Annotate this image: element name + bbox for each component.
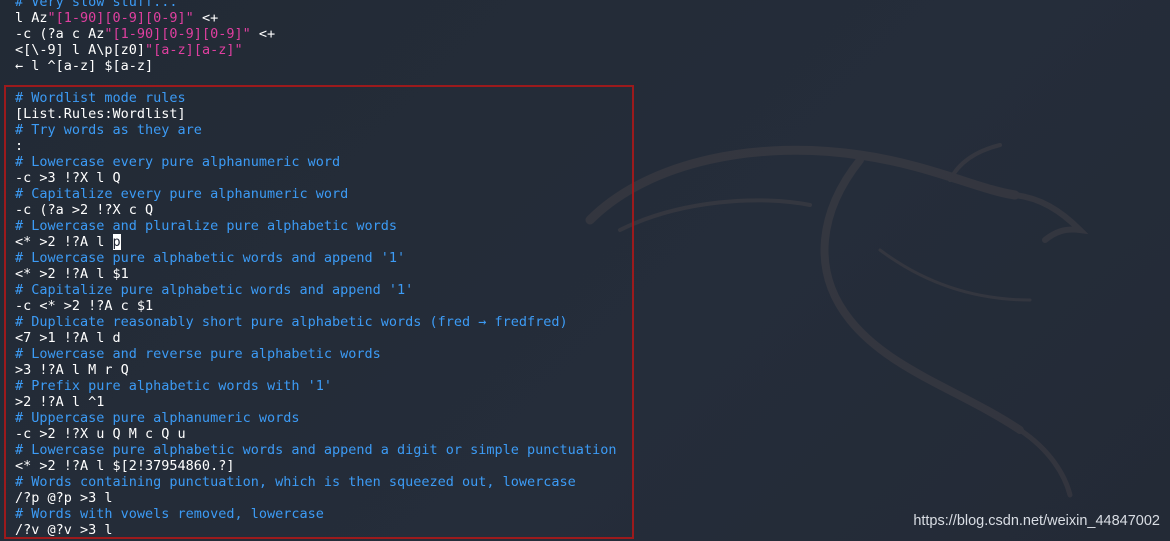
rule-text: <* >2 !?A l $1 [15, 266, 129, 282]
terminal-line: # Words with vowels removed, lowercase [15, 506, 616, 522]
comment-text: # Capitalize every pure alphanumeric wor… [15, 186, 349, 202]
string-text: "[a-z][a-z]" [145, 42, 243, 58]
rule-text: <+ [193, 10, 219, 26]
terminal-line: # Words containing punctuation, which is… [15, 474, 616, 490]
comment-text: # Lowercase every pure alphanumeric word [15, 154, 341, 170]
terminal-line: <* >2 !?A l $[2!37954860.?] [15, 458, 616, 474]
terminal-line: # Duplicate reasonably short pure alphab… [15, 314, 616, 330]
rule-text: <* >2 !?A l $[2!37954860.?] [15, 458, 235, 474]
terminal-line: # Lowercase pure alphabetic words and ap… [15, 442, 616, 458]
terminal-line: # Capitalize pure alphabetic words and a… [15, 282, 616, 298]
rule-text: -c >2 !?X u Q M c Q u [15, 426, 186, 442]
terminal-line: # Lowercase pure alphabetic words and ap… [15, 250, 616, 266]
comment-text: # Lowercase and reverse pure alphabetic … [15, 346, 381, 362]
terminal-line: -c (?a c Az"[1-90][0-9][0-9]" <+ [15, 26, 616, 42]
rule-text: : [15, 138, 24, 154]
terminal-window[interactable]: # Very slow stuff... l Az"[1-90][0-9][0-9… [0, 0, 1170, 541]
terminal-line: l Az"[1-90][0-9][0-9]" <+ [15, 10, 616, 26]
comment-text: # Capitalize pure alphabetic words and a… [15, 282, 414, 298]
terminal-line: # Lowercase and reverse pure alphabetic … [15, 346, 616, 362]
terminal-line: # Lowercase every pure alphanumeric word [15, 154, 616, 170]
terminal-line: # Capitalize every pure alphanumeric wor… [15, 186, 616, 202]
rule-text: <+ [250, 26, 276, 42]
rule-text: l Az [15, 10, 48, 26]
rule-text: -c >3 !?X l Q [15, 170, 121, 186]
terminal-line: /?v @?v >3 l [15, 522, 616, 538]
comment-text: # Lowercase pure alphabetic words and ap… [15, 442, 617, 458]
comment-text: # Try words as they are [15, 122, 202, 138]
terminal-line: ← l ^[a-z] $[a-z] [15, 58, 616, 74]
rule-text: -c <* >2 !?A c $1 [15, 298, 154, 314]
terminal-line: -c (?a >2 !?X c Q [15, 202, 616, 218]
text-cursor: p [112, 234, 121, 250]
terminal-line: <* >2 !?A l $1 [15, 266, 616, 282]
rule-text: <* >2 !?A l [15, 234, 113, 250]
comment-text: # Words with vowels removed, lowercase [15, 506, 324, 522]
rule-text: [List.Rules:Wordlist] [15, 106, 186, 122]
terminal-line: # Wordlist mode rules [15, 90, 616, 106]
comment-text: # Words containing punctuation, which is… [15, 474, 576, 490]
string-text: "[1-90][0-9][0-9]" [104, 26, 251, 42]
string-text: "[1-90][0-9][0-9]" [47, 10, 194, 26]
rule-text: >2 !?A l ^1 [15, 394, 105, 410]
terminal-line: /?p @?p >3 l [15, 490, 616, 506]
comment-text: # Prefix pure alphabetic words with '1' [15, 378, 332, 394]
comment-text: # Duplicate reasonably short pure alphab… [15, 314, 568, 330]
comment-text: # Wordlist mode rules [15, 90, 186, 106]
terminal-line: # Uppercase pure alphanumeric words [15, 410, 616, 426]
rule-text: -c (?a c Az [15, 26, 105, 42]
terminal-line: # Prefix pure alphabetic words with '1' [15, 378, 616, 394]
terminal-line: -c >3 !?X l Q [15, 170, 616, 186]
rule-text: -c (?a >2 !?X c Q [15, 202, 154, 218]
terminal-line: <[\-9] l A\p[z0]"[a-z][a-z]" [15, 42, 616, 58]
rule-text: ← l ^[a-z] $[a-z] [15, 58, 154, 74]
terminal-text[interactable]: # Very slow stuff... l Az"[1-90][0-9][0-9… [15, 0, 616, 538]
comment-text: # Lowercase pure alphabetic words and ap… [15, 250, 406, 266]
rule-text: >3 !?A l M r Q [15, 362, 129, 378]
terminal-line: >2 !?A l ^1 [15, 394, 616, 410]
watermark: https://blog.csdn.net/weixin_44847002 [913, 513, 1160, 529]
terminal-line: [List.Rules:Wordlist] [15, 106, 616, 122]
terminal-line: -c >2 !?X u Q M c Q u [15, 426, 616, 442]
comment-text: # Very slow stuff... [15, 0, 178, 10]
terminal-line: # Try words as they are [15, 122, 616, 138]
rule-text: /?p @?p >3 l [15, 490, 113, 506]
comment-text: # Uppercase pure alphanumeric words [15, 410, 300, 426]
comment-text: # Lowercase and pluralize pure alphabeti… [15, 218, 398, 234]
terminal-line: <* >2 !?A l p [15, 234, 616, 250]
terminal-line: : [15, 138, 616, 154]
kali-dragon-logo [585, 143, 1089, 498]
terminal-line: <7 >1 !?A l d [15, 330, 616, 346]
rule-text: /?v @?v >3 l [15, 522, 113, 538]
terminal-line: # Lowercase and pluralize pure alphabeti… [15, 218, 616, 234]
terminal-line: -c <* >2 !?A c $1 [15, 298, 616, 314]
terminal-line: >3 !?A l M r Q [15, 362, 616, 378]
rule-text: <[\-9] l A\p[z0] [15, 42, 146, 58]
rule-text: <7 >1 !?A l d [15, 330, 121, 346]
terminal-line: # Very slow stuff... [15, 0, 616, 10]
